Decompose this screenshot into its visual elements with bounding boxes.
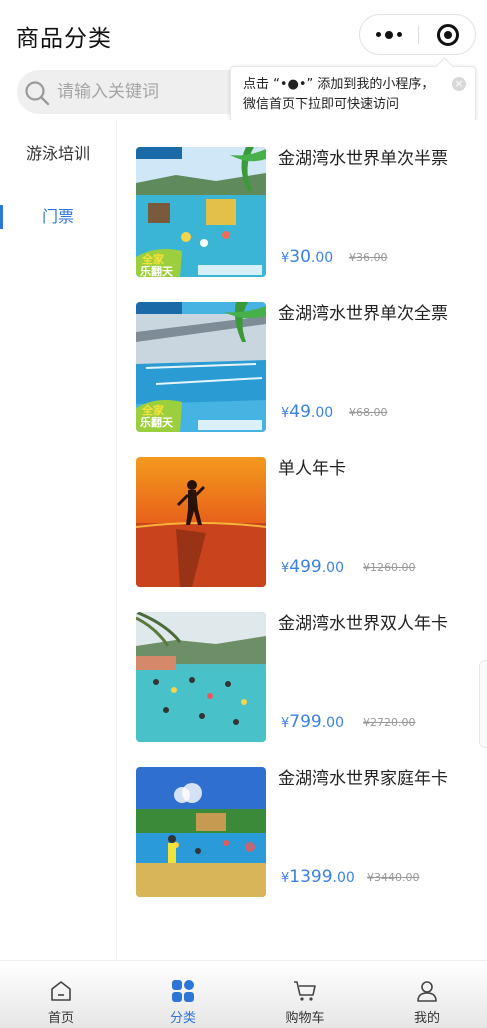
product-price: ¥30.00	[281, 247, 333, 267]
dot-icon	[397, 32, 402, 37]
tab-category[interactable]: 分类	[122, 961, 244, 1028]
svg-text:全家: 全家	[141, 403, 165, 417]
product-item[interactable]: 全家 乐翻天 金湖湾水世界单次全票 ¥49.00 ¥68.00	[136, 302, 476, 432]
capsule-divider	[418, 26, 419, 44]
product-original-price: ¥2720.00	[363, 716, 416, 729]
sidebar-item-swim-training[interactable]: 游泳培训	[0, 134, 116, 174]
price-integer: 49	[289, 402, 311, 422]
product-image	[136, 457, 266, 587]
svg-text:乐翻天: 乐翻天	[140, 264, 174, 277]
price-integer: 1399	[289, 867, 333, 887]
product-price: ¥49.00	[281, 402, 333, 422]
add-miniprogram-tooltip: 点击 “•●•” 添加到我的小程序， 微信首页下拉即可快速访问 ×	[230, 66, 476, 122]
product-original-price: ¥1260.00	[363, 561, 416, 574]
sidebar-item-tickets[interactable]: 门票	[0, 197, 116, 237]
product-item[interactable]: 单人年卡 ¥499.00 ¥1260.00	[136, 457, 476, 587]
tab-label: 购物车	[285, 1011, 325, 1026]
bottom-tabbar: 首页 分类 购物车 我的	[0, 960, 487, 1028]
product-original-price: ¥3440.00	[367, 871, 420, 884]
product-original-price: ¥36.00	[349, 251, 388, 264]
tooltip-line-2: 微信首页下拉即可快速访问	[243, 97, 400, 112]
close-miniprogram-icon[interactable]	[437, 24, 459, 46]
product-image	[136, 767, 266, 897]
nav-header: 商品分类	[0, 0, 487, 68]
price-decimal: .00	[310, 250, 334, 266]
product-name: 单人年卡	[278, 459, 346, 479]
tooltip-line-1: 点击 “•●•” 添加到我的小程序，	[243, 77, 435, 92]
sidebar-item-label: 游泳培训	[25, 144, 90, 163]
svg-text:全家: 全家	[141, 252, 165, 266]
user-icon	[417, 981, 437, 1002]
more-menu-button[interactable]	[360, 15, 418, 54]
dot-icon	[376, 32, 381, 37]
product-price: ¥499.00	[281, 557, 344, 577]
price-integer: 30	[289, 247, 311, 267]
product-item[interactable]: 金湖湾水世界双人年卡 ¥799.00 ¥2720.00	[136, 612, 476, 742]
dot-icon	[385, 30, 393, 39]
page-title: 商品分类	[16, 26, 112, 52]
sidebar-item-label: 门票	[41, 207, 74, 226]
home-icon	[51, 981, 71, 1001]
product-image: 全家 乐翻天	[136, 147, 266, 277]
product-name: 金湖湾水世界单次全票	[278, 304, 448, 324]
product-list: 全家 乐翻天 金湖湾水世界单次半票 ¥30.00 ¥36.00 全家 乐翻天 金…	[118, 120, 487, 960]
product-image	[136, 612, 266, 742]
product-name: 金湖湾水世界双人年卡	[278, 614, 448, 634]
product-name: 金湖湾水世界家庭年卡	[278, 769, 448, 789]
price-decimal: .00	[321, 715, 344, 731]
price-integer: 499	[289, 557, 322, 577]
price-integer: 799	[289, 712, 322, 732]
active-indicator	[0, 205, 3, 229]
svg-text:乐翻天: 乐翻天	[140, 415, 174, 429]
product-image: 全家 乐翻天	[136, 302, 266, 432]
product-name: 金湖湾水世界单次半票	[278, 149, 448, 169]
price-decimal: .00	[310, 405, 334, 421]
tab-label: 首页	[47, 1011, 74, 1026]
tab-profile[interactable]: 我的	[366, 961, 487, 1028]
category-sidebar: 游泳培训 门票	[0, 120, 117, 960]
search-icon	[25, 81, 50, 106]
price-decimal: .00	[332, 870, 355, 886]
tab-cart[interactable]: 购物车	[244, 961, 366, 1028]
product-item[interactable]: 全家 乐翻天 金湖湾水世界单次半票 ¥30.00 ¥36.00	[136, 147, 476, 277]
product-price: ¥1399.00	[281, 867, 355, 887]
cart-icon	[294, 981, 316, 1001]
product-original-price: ¥68.00	[349, 406, 388, 419]
scroll-handle[interactable]	[479, 660, 487, 748]
category-icon	[172, 980, 194, 1002]
tooltip-close-icon[interactable]: ×	[452, 77, 466, 91]
tab-home[interactable]: 首页	[0, 961, 122, 1028]
product-price: ¥799.00	[281, 712, 344, 732]
product-item[interactable]: 金湖湾水世界家庭年卡 ¥1399.00 ¥3440.00	[136, 767, 476, 897]
miniprogram-capsule	[359, 14, 476, 55]
tab-label: 我的	[413, 1011, 440, 1026]
price-decimal: .00	[321, 560, 344, 576]
tab-label: 分类	[169, 1011, 196, 1026]
